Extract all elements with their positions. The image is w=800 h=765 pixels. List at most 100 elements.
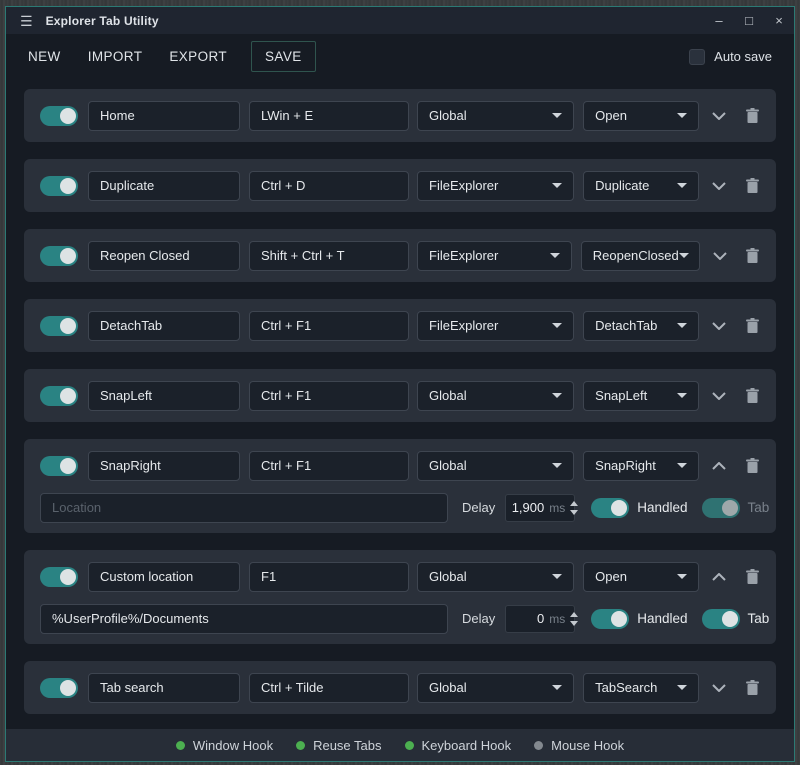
trash-icon[interactable]	[740, 383, 765, 409]
tab-toggle[interactable]	[702, 609, 740, 629]
scope-dropdown[interactable]: Global	[417, 673, 574, 703]
hotkey-input[interactable]	[249, 562, 409, 592]
name-input[interactable]	[88, 311, 240, 341]
new-button[interactable]: NEW	[28, 42, 61, 71]
delay-unit-label: ms	[549, 612, 565, 626]
trash-icon[interactable]	[740, 564, 765, 590]
title-bar: ☰ Explorer Tab Utility – □ ×	[6, 7, 794, 34]
trash-icon[interactable]	[740, 313, 765, 339]
expand-chevron-down-icon[interactable]	[707, 383, 732, 409]
action-dropdown[interactable]: TabSearch	[583, 673, 699, 703]
hotkey-input[interactable]	[249, 171, 409, 201]
location-input[interactable]	[40, 604, 448, 634]
enabled-toggle[interactable]	[40, 106, 78, 126]
location-input[interactable]	[40, 493, 448, 523]
save-button[interactable]: SAVE	[251, 41, 316, 72]
name-input[interactable]	[88, 562, 240, 592]
auto-save-checkbox[interactable]	[689, 49, 705, 65]
enabled-toggle[interactable]	[40, 176, 78, 196]
scope-dropdown[interactable]: Global	[417, 101, 574, 131]
dropdown-caret-icon	[552, 463, 562, 468]
scope-dropdown[interactable]: Global	[417, 451, 574, 481]
enabled-toggle[interactable]	[40, 456, 78, 476]
hotkey-row: Global Open	[24, 89, 776, 142]
name-input[interactable]	[88, 381, 240, 411]
hotkey-input[interactable]	[249, 381, 409, 411]
enabled-toggle[interactable]	[40, 246, 78, 266]
action-value: Open	[595, 569, 627, 584]
action-value: Open	[595, 108, 627, 123]
delay-value-input[interactable]	[510, 500, 544, 515]
app-window: ☰ Explorer Tab Utility – □ × NEW IMPORT …	[5, 6, 795, 762]
status-bar: Window Hook Reuse Tabs Keyboard Hook Mou…	[6, 729, 794, 761]
handled-label: Handled	[637, 500, 687, 515]
import-button[interactable]: IMPORT	[88, 42, 143, 71]
window-controls: – □ ×	[704, 7, 794, 34]
hotkey-input[interactable]	[249, 673, 409, 703]
action-dropdown[interactable]: SnapRight	[583, 451, 699, 481]
handled-toggle[interactable]	[591, 609, 629, 629]
trash-icon[interactable]	[740, 453, 765, 479]
name-input[interactable]	[88, 171, 240, 201]
maximize-icon[interactable]: □	[734, 7, 764, 34]
trash-icon[interactable]	[740, 173, 765, 199]
action-dropdown[interactable]: Open	[583, 562, 699, 592]
expand-chevron-down-icon[interactable]	[707, 173, 732, 199]
spinner-arrows-icon[interactable]	[570, 612, 578, 626]
status-dot-icon	[405, 741, 414, 750]
dropdown-caret-icon	[550, 253, 560, 258]
trash-icon[interactable]	[740, 103, 765, 129]
scope-value: FileExplorer	[429, 178, 498, 193]
name-input[interactable]	[88, 673, 240, 703]
expand-chevron-down-icon[interactable]	[707, 313, 732, 339]
enabled-toggle[interactable]	[40, 678, 78, 698]
status-label: Reuse Tabs	[313, 738, 381, 753]
handled-toggle[interactable]	[591, 498, 629, 518]
scope-dropdown[interactable]: FileExplorer	[417, 311, 574, 341]
name-input[interactable]	[88, 451, 240, 481]
trash-icon[interactable]	[740, 243, 765, 269]
spinner-arrows-icon[interactable]	[570, 501, 578, 515]
hotkey-input[interactable]	[249, 241, 409, 271]
action-value: ReopenClosed	[593, 248, 679, 263]
trash-icon[interactable]	[740, 675, 765, 701]
name-input[interactable]	[88, 241, 240, 271]
hotkey-input[interactable]	[249, 451, 409, 481]
enabled-toggle[interactable]	[40, 567, 78, 587]
export-button[interactable]: EXPORT	[169, 42, 227, 71]
hotkey-row: FileExplorer ReopenClosed	[24, 229, 776, 282]
hamburger-menu-icon[interactable]: ☰	[20, 14, 33, 28]
scope-dropdown[interactable]: FileExplorer	[417, 171, 574, 201]
delay-value-input[interactable]	[510, 611, 544, 626]
scope-value: Global	[429, 569, 467, 584]
action-dropdown[interactable]: DetachTab	[583, 311, 699, 341]
action-dropdown[interactable]: Open	[583, 101, 699, 131]
scope-dropdown[interactable]: FileExplorer	[417, 241, 572, 271]
expand-chevron-down-icon[interactable]	[707, 675, 732, 701]
enabled-toggle[interactable]	[40, 316, 78, 336]
scope-dropdown[interactable]: Global	[417, 562, 574, 592]
hotkey-input[interactable]	[249, 311, 409, 341]
expand-chevron-down-icon[interactable]	[707, 103, 732, 129]
scope-value: FileExplorer	[429, 248, 498, 263]
hotkey-input[interactable]	[249, 101, 409, 131]
tab-toggle[interactable]	[702, 498, 740, 518]
action-dropdown[interactable]: ReopenClosed	[581, 241, 700, 271]
delay-spinner[interactable]: ms	[505, 605, 575, 633]
dropdown-caret-icon	[552, 323, 562, 328]
scope-value: FileExplorer	[429, 318, 498, 333]
collapse-chevron-up-icon[interactable]	[707, 453, 732, 479]
expand-chevron-down-icon[interactable]	[708, 243, 733, 269]
minimize-icon[interactable]: –	[704, 7, 734, 34]
delay-label: Delay	[462, 500, 495, 515]
action-dropdown[interactable]: Duplicate	[583, 171, 699, 201]
scope-dropdown[interactable]: Global	[417, 381, 574, 411]
enabled-toggle[interactable]	[40, 386, 78, 406]
delay-spinner[interactable]: ms	[505, 494, 575, 522]
action-dropdown[interactable]: SnapLeft	[583, 381, 699, 411]
menu-bar: NEW IMPORT EXPORT SAVE Auto save	[6, 34, 794, 79]
status-window-hook: Window Hook	[176, 738, 273, 753]
name-input[interactable]	[88, 101, 240, 131]
collapse-chevron-up-icon[interactable]	[707, 564, 732, 590]
close-icon[interactable]: ×	[764, 7, 794, 34]
